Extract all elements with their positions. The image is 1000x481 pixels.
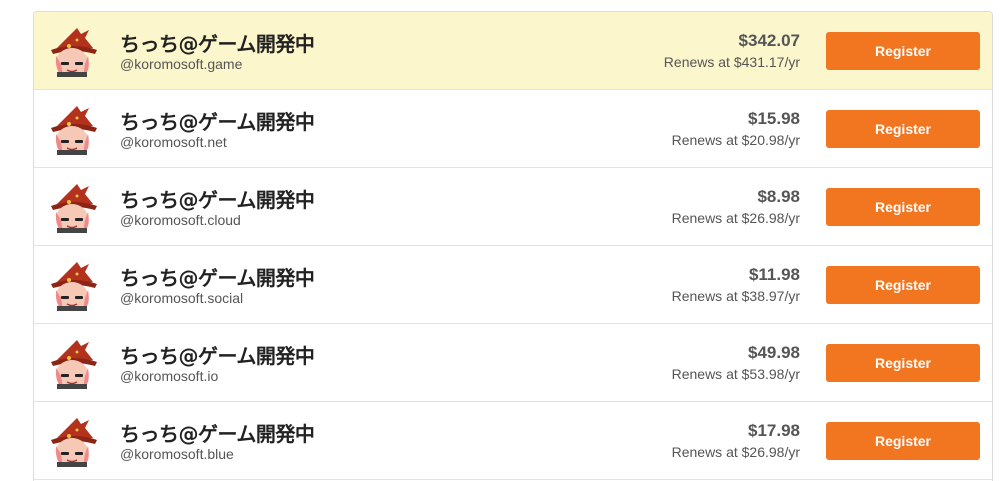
renewal-price: Renews at $53.98/yr bbox=[671, 366, 800, 382]
domain-handle: @koromosoft.social bbox=[120, 290, 244, 306]
witch-character-icon bbox=[51, 262, 97, 311]
renewal-price: Renews at $26.98/yr bbox=[671, 210, 800, 226]
witch-character-icon bbox=[51, 340, 97, 389]
domain-row: ちっち@ゲーム開発中 @koromosoft.game $342.07 Rene… bbox=[34, 12, 992, 90]
domain-handle: @koromosoft.net bbox=[120, 134, 227, 150]
display-name: ちっち@ゲーム開発中 bbox=[120, 344, 315, 368]
price: $49.98 bbox=[748, 343, 800, 362]
register-button[interactable]: Register bbox=[826, 32, 980, 70]
display-name: ちっち@ゲーム開発中 bbox=[120, 32, 315, 56]
display-name: ちっち@ゲーム開発中 bbox=[120, 188, 315, 212]
domain-row: ちっち@ゲーム開発中 @koromosoft.net $15.98 Renews… bbox=[34, 90, 992, 168]
price: $15.98 bbox=[748, 109, 800, 128]
register-button[interactable]: Register bbox=[826, 422, 980, 460]
register-button[interactable]: Register bbox=[826, 110, 980, 148]
domain-row: ちっち@ゲーム開発中 @koromosoft.social $11.98 Ren… bbox=[34, 246, 992, 324]
witch-character-icon bbox=[51, 184, 97, 233]
renewal-price: Renews at $20.98/yr bbox=[671, 132, 800, 148]
register-button[interactable]: Register bbox=[826, 344, 980, 382]
register-button[interactable]: Register bbox=[826, 188, 980, 226]
price: $17.98 bbox=[748, 421, 800, 440]
renewal-price: Renews at $26.98/yr bbox=[671, 444, 800, 460]
witch-character-icon bbox=[51, 106, 97, 155]
register-button[interactable]: Register bbox=[826, 266, 980, 304]
domain-row: ちっち@ゲーム開発中 @koromosoft.io $49.98 Renews … bbox=[34, 324, 992, 402]
price: $11.98 bbox=[748, 265, 800, 284]
price: $342.07 bbox=[738, 31, 800, 50]
domain-row: ちっち@ゲーム開発中 @koromosoft.cloud $8.98 Renew… bbox=[34, 168, 992, 246]
renewal-price: Renews at $38.97/yr bbox=[671, 288, 800, 304]
domain-handle: @koromosoft.game bbox=[120, 56, 243, 72]
renewal-price: Renews at $431.17/yr bbox=[663, 54, 800, 70]
display-name: ちっち@ゲーム開発中 bbox=[120, 422, 315, 446]
witch-character-icon bbox=[51, 28, 97, 77]
price: $8.98 bbox=[757, 187, 800, 206]
domain-row: ちっち@ゲーム開発中 @koromosoft.blue $17.98 Renew… bbox=[34, 402, 992, 480]
domain-handle: @koromosoft.io bbox=[120, 368, 219, 384]
display-name: ちっち@ゲーム開発中 bbox=[120, 266, 315, 290]
domain-result-list: ちっち@ゲーム開発中 @koromosoft.game $342.07 Rene… bbox=[33, 11, 993, 481]
witch-character-icon bbox=[51, 418, 97, 467]
domain-handle: @koromosoft.cloud bbox=[120, 212, 241, 228]
domain-handle: @koromosoft.blue bbox=[120, 446, 234, 462]
display-name: ちっち@ゲーム開発中 bbox=[120, 110, 315, 134]
